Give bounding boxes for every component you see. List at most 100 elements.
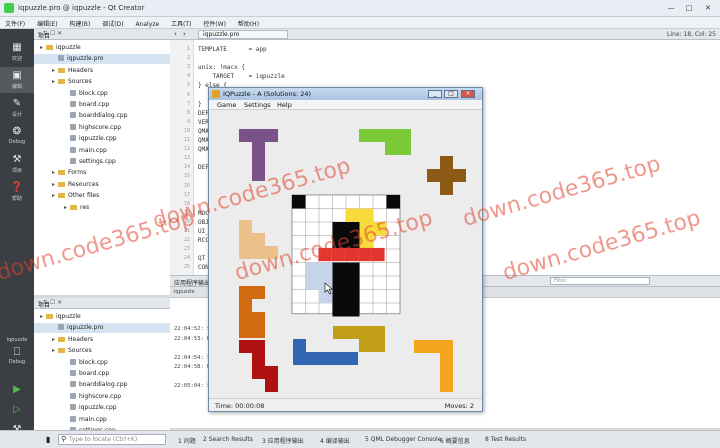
status-issues[interactable]: 1 问题 xyxy=(178,436,196,445)
game-menu-game[interactable]: Game xyxy=(217,101,236,109)
tree-item[interactable]: iqpuzzle.pro xyxy=(34,54,170,65)
piece-olive[interactable] xyxy=(333,326,385,352)
cursor-position: Line: 18, Col: 25 xyxy=(667,31,716,38)
board-piece-black-2[interactable] xyxy=(332,262,360,317)
tree-item[interactable]: ▸ Resources xyxy=(34,180,170,190)
file-icon xyxy=(70,415,76,422)
search-icon: ⚲ xyxy=(61,435,67,443)
tree-item[interactable]: iqpuzzle.cpp xyxy=(34,403,170,413)
game-minimize-icon[interactable]: _ xyxy=(428,90,442,98)
piece-cell xyxy=(252,325,265,338)
run-button[interactable]: ▶ xyxy=(0,381,34,399)
piece-cell xyxy=(372,326,385,339)
tree-item[interactable]: ▸ Headers xyxy=(34,66,170,76)
nav-forward-icon[interactable]: › xyxy=(183,30,186,38)
maximize-icon[interactable]: □ xyxy=(682,3,696,13)
tree-item[interactable]: ▸ iqpuzzle xyxy=(34,312,170,322)
piece-darkred[interactable] xyxy=(239,340,278,392)
kit-selector[interactable]: iqpuzzle ⎕ Debug xyxy=(0,335,34,375)
tree-item[interactable]: iqpuzzle.pro xyxy=(34,323,170,334)
tree-item[interactable]: main.cpp xyxy=(34,415,170,425)
tree-item[interactable]: ▸ Sources xyxy=(34,77,170,87)
mode-debug[interactable]: ❂ Debug xyxy=(0,123,34,149)
folder-icon xyxy=(58,170,65,176)
status-qml-console[interactable]: 5 QML Debugger Console xyxy=(365,436,441,443)
tree-item[interactable]: board.cpp xyxy=(34,369,170,379)
status-app-output[interactable]: 3 应用程序输出 xyxy=(262,436,304,445)
mode-help[interactable]: ❓ 帮助 xyxy=(0,179,34,205)
tree-item[interactable]: iqpuzzle.cpp xyxy=(34,134,170,144)
piece-cell xyxy=(372,339,385,352)
status-search-results[interactable]: 2 Search Results xyxy=(203,436,253,443)
nav-back-icon[interactable]: ‹ xyxy=(174,30,177,38)
piece-orange[interactable] xyxy=(239,286,265,338)
debug-run-button[interactable]: ▷ xyxy=(0,401,34,419)
line-number: 23 xyxy=(183,246,190,253)
editor-file-tab[interactable]: iqpuzzle.pro xyxy=(198,30,288,39)
piece-brown[interactable] xyxy=(427,156,466,195)
window-title: iqpuzzle.pro @ iqpuzzle - Qt Creator xyxy=(18,4,145,12)
game-maximize-icon[interactable]: □ xyxy=(444,90,458,98)
status-general-messages[interactable]: 6 概要信息 xyxy=(440,436,470,445)
file-icon xyxy=(70,358,76,365)
mode-welcome[interactable]: ▦ 欢迎 xyxy=(0,39,34,65)
piece-cell xyxy=(265,366,278,379)
status-test-results[interactable]: 8 Test Results xyxy=(485,436,526,443)
board-blocked-cell[interactable] xyxy=(292,195,306,209)
line-number: 9 xyxy=(186,118,190,125)
output-tab[interactable]: iqpuzzle xyxy=(174,289,195,295)
piece-amber[interactable] xyxy=(414,340,453,392)
mode-projects[interactable]: ⚒ 项目 xyxy=(0,151,34,177)
mode-edit[interactable]: ▣ 编辑 xyxy=(0,67,34,93)
output-pane-title: 应用程序输出 xyxy=(174,280,211,287)
piece-lime[interactable] xyxy=(359,129,411,155)
mode-design[interactable]: ✎ 设计 xyxy=(0,95,34,121)
piece-cell xyxy=(239,340,252,353)
tree-item[interactable]: highscore.cpp xyxy=(34,123,170,133)
piece-cell xyxy=(440,156,453,169)
tree-item[interactable]: ▸ iqpuzzle xyxy=(34,43,170,53)
piece-purple[interactable] xyxy=(239,129,278,181)
piece-cell xyxy=(346,208,360,222)
tree-item[interactable]: block.cpp xyxy=(34,358,170,368)
piece-cell xyxy=(265,129,278,142)
game-menu-settings[interactable]: Settings xyxy=(244,101,271,109)
tree-item[interactable]: ▸ Sources xyxy=(34,346,170,356)
line-number-gutter: 1 2 3 4 5 6 7 8 9 10 11 12 13 14 15 16 17 18 19 20 21 22 23 24 2… xyxy=(170,40,194,275)
game-close-icon[interactable]: × xyxy=(461,90,475,98)
minimize-icon[interactable]: — xyxy=(664,3,678,13)
sidebar-toggle-icon[interactable]: ▮ xyxy=(46,435,50,444)
tree-item[interactable]: highscore.cpp xyxy=(34,392,170,402)
piece-blue[interactable] xyxy=(293,339,358,365)
tree-item-label: boarddialog.cpp xyxy=(79,112,128,120)
piece-cell xyxy=(239,233,252,246)
piece-cell xyxy=(252,312,265,325)
piece-cell xyxy=(440,353,453,366)
locator-input[interactable]: Type to locate (Ctrl+K) xyxy=(58,434,166,445)
output-filter-input[interactable]: Filter xyxy=(550,277,650,285)
board-blocked-cell[interactable] xyxy=(386,195,401,209)
bug-icon: ❂ xyxy=(12,126,22,137)
file-icon xyxy=(70,381,76,388)
tree-item[interactable]: settings.cpp xyxy=(34,157,170,167)
tree-item[interactable]: block.cpp xyxy=(34,89,170,99)
folder-icon xyxy=(58,181,65,187)
tree-item[interactable]: main.cpp xyxy=(34,146,170,156)
tree-item[interactable]: ▸ Headers xyxy=(34,335,170,345)
line-number: 13 xyxy=(183,155,190,162)
close-icon[interactable]: ✕ xyxy=(701,3,715,13)
tree-item-label: iqpuzzle.cpp xyxy=(79,404,117,412)
tree-item-label: Resources xyxy=(68,180,99,188)
tree-item[interactable]: board.cpp xyxy=(34,100,170,110)
file-icon xyxy=(70,101,76,107)
game-menu-help[interactable]: Help xyxy=(277,101,292,109)
piece-cell xyxy=(265,379,278,392)
status-compile-output[interactable]: 4 编译输出 xyxy=(320,436,350,445)
piece-cell xyxy=(385,142,398,155)
tree-item[interactable]: boarddialog.cpp xyxy=(34,111,170,121)
tree-item[interactable]: boarddialog.cpp xyxy=(34,380,170,390)
panel-tools-icon-2[interactable]: ▿ ⇅ ☐ ✕ xyxy=(38,299,168,306)
panel-tools-icon[interactable]: ▿ ⇅ ☐ ✕ xyxy=(38,30,168,37)
tree-item[interactable]: ▸ Forms xyxy=(34,168,170,178)
tree-item[interactable]: ▸ Other files xyxy=(34,191,170,201)
